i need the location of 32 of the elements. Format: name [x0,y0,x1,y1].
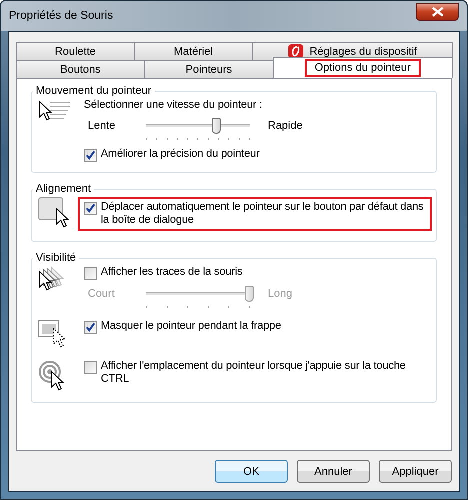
dialog-button[interactable]: Annuler [297,460,370,483]
tab[interactable]: Pointeurs [144,60,274,78]
group-title: Alignement [35,183,92,195]
dialog-button[interactable]: OK [215,460,288,483]
checkbox-label: Afficher les traces de la souris [101,266,243,279]
checkbox-label: Afficher l'emplacement du pointeur lorsque j'appuie sur la touche CTRL [101,360,407,386]
checkbox[interactable] [84,321,97,334]
tab[interactable]: Matériel [134,42,254,60]
checkbox[interactable] [84,149,97,162]
tab[interactable]: Options du pointeur [272,57,454,78]
group-title: Visibilité [35,252,78,264]
option-label: Sélectionner une vitesse du pointeur : [84,99,264,112]
group-title: Mouvement du pointeur [35,85,153,97]
dialog-button[interactable]: Appliquer [379,460,452,483]
checkbox-label: Déplacer automatiquement le pointeur sur le bouton par défaut dans la boîte de dialogue [101,201,425,227]
button-pointer-icon [38,197,72,229]
slider-thumb[interactable] [212,118,221,134]
slider[interactable] [146,118,250,142]
slider-min-label: Lente [88,119,117,134]
checkbox[interactable] [84,361,97,374]
checkbox-label: Améliorer la précision du pointeur [101,148,260,161]
tab[interactable]: Boutons [16,60,146,78]
slider-max-label: Rapide [268,119,303,134]
tab[interactable]: Roulette [16,42,136,60]
window-title: Propriétés de Souris [9,10,114,22]
close-icon [430,7,444,17]
checkbox[interactable] [84,267,97,280]
close-button[interactable] [416,3,459,21]
slider-min-label: Court [88,287,116,302]
slider-max-label: Long [268,287,292,302]
checkbox-label: Masquer le pointeur pendant la frappe [101,320,282,333]
checkbox[interactable] [84,202,97,215]
